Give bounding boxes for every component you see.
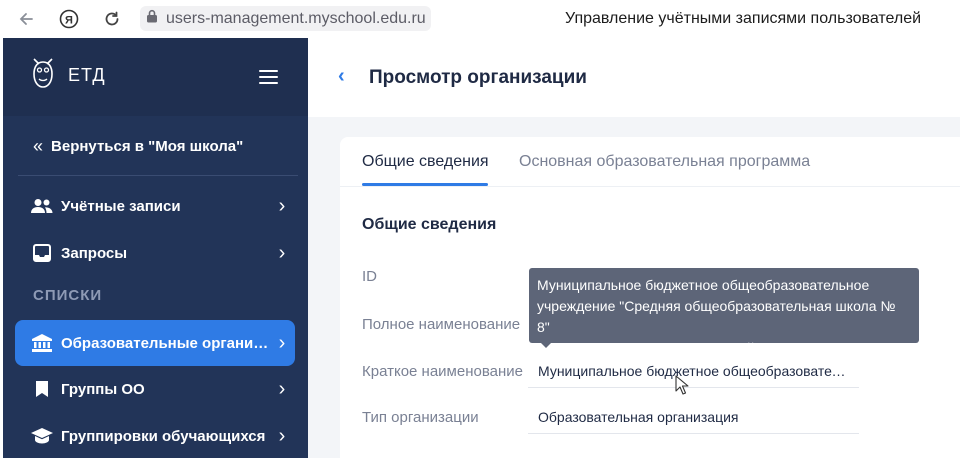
back-to-my-school-label: Вернуться в "Моя школа" [51, 137, 244, 155]
field-value-short-name[interactable]: Муниципальное бюджетное общеобразовател.… [528, 363, 859, 388]
tab-general-info[interactable]: Общие сведения [362, 153, 489, 187]
field-label-organization-type: Тип организации [362, 409, 479, 426]
tooltip-line: Муниципальное бюджетное общеобразователь… [537, 277, 870, 293]
field-label-full-name: Полное наименование [362, 316, 521, 333]
sidebar: ЕТД « Вернуться в "Моя школа" Учётные за… [3, 38, 308, 458]
tooltip-line: Рузаевского муниципального района [537, 340, 778, 356]
chevron-right-icon: › [278, 377, 286, 400]
lists-section-title: СПИСКИ [33, 287, 103, 304]
tab-main-educational-program[interactable]: Основная образовательная программа [519, 153, 810, 187]
lock-icon [146, 9, 158, 28]
sidebar-item-educational-organizations-label: Образовательные организации [61, 334, 269, 352]
section-heading: Общие сведения [362, 216, 497, 233]
sidebar-item-requests[interactable]: Запросы › [15, 230, 295, 276]
mouse-pointer-icon [675, 375, 689, 400]
back-chevron-icon[interactable]: ‹ [338, 65, 345, 88]
yandex-icon[interactable]: Я [59, 9, 79, 29]
page-header: ‹ Просмотр организации [308, 38, 960, 117]
sidebar-item-student-groupings-label: Группировки обучающихся [61, 427, 266, 445]
page-heading-title: Управление учётными записями пользовател… [565, 10, 922, 27]
logo[interactable]: ЕТД [30, 55, 106, 96]
tooltip-line: учреждение "Средняя общеобразовательная … [537, 298, 896, 335]
svg-text:Я: Я [65, 15, 73, 27]
reload-icon[interactable] [102, 9, 122, 29]
chevron-right-icon: › [278, 331, 286, 354]
field-value-organization-type[interactable]: Образовательная организация [528, 409, 859, 434]
sidebar-item-oo-groups-label: Группы ОО [61, 380, 145, 398]
graduation-cap-icon [31, 425, 53, 447]
tooltip-arrow [541, 343, 551, 348]
chevron-right-icon: › [278, 424, 286, 447]
sidebar-item-accounts[interactable]: Учётные записи › [15, 183, 295, 229]
address-bar[interactable]: users-management.myschool.edu.ru [140, 6, 431, 31]
full-name-tooltip: Муниципальное бюджетное общеобразователь… [529, 268, 919, 356]
active-tab-indicator [362, 183, 488, 186]
users-icon [31, 195, 53, 217]
sidebar-item-requests-label: Запросы [61, 244, 128, 262]
menu-hamburger-icon[interactable] [259, 70, 278, 84]
inbox-icon [31, 242, 53, 264]
sidebar-item-student-groupings[interactable]: Группировки обучающихся › [15, 413, 295, 458]
url-text: users-management.myschool.edu.ru [166, 9, 426, 27]
browser-toolbar: Я users-management.myschool.edu.ru Управ… [0, 0, 960, 38]
institution-icon [31, 332, 53, 354]
main-content: ‹ Просмотр организации Общие сведения Ос… [308, 38, 960, 458]
back-icon[interactable] [16, 9, 36, 29]
sidebar-header: ЕТД [3, 38, 308, 116]
double-chevron-left-icon: « [33, 135, 44, 156]
sidebar-divider [18, 175, 298, 176]
bookmark-icon [31, 378, 53, 400]
page-title: Просмотр организации [369, 67, 587, 88]
sidebar-item-oo-groups[interactable]: Группы ОО › [15, 366, 295, 412]
chevron-right-icon: › [278, 194, 286, 217]
field-label-short-name: Краткое наименование [362, 363, 523, 380]
owl-logo-icon [30, 55, 56, 96]
back-to-my-school-link[interactable]: « Вернуться в "Моя школа" [3, 116, 308, 176]
field-label-id: ID [362, 268, 377, 285]
tab-bar: Общие сведения Основная образовательная … [340, 137, 960, 187]
sidebar-item-educational-organizations[interactable]: Образовательные организации › [15, 320, 295, 366]
chevron-right-icon: › [278, 241, 286, 264]
logo-text: ЕТД [68, 65, 106, 85]
sidebar-item-accounts-label: Учётные записи [61, 197, 181, 215]
